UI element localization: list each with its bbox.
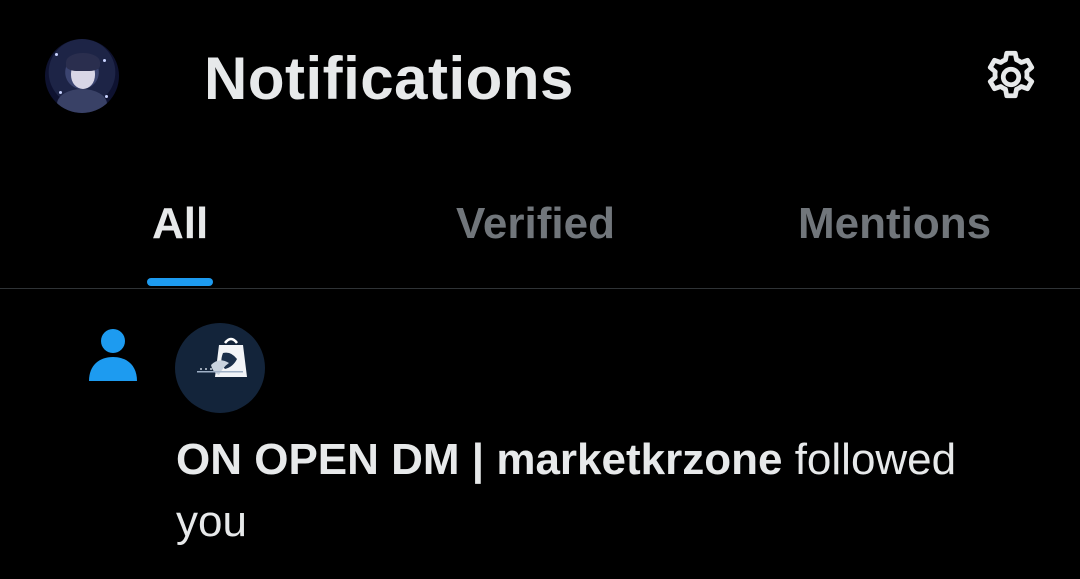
avatar-sparkle [105,95,108,98]
profile-avatar[interactable] [45,39,119,113]
page-title: Notifications [204,45,574,112]
tab-verified[interactable]: Verified [456,196,615,252]
notification-tabs: All Verified Mentions [0,178,1080,288]
avatar-sparkle [59,91,62,94]
tab-mentions[interactable]: Mentions [798,196,991,252]
avatar-figure-body [57,89,107,113]
settings-button[interactable] [978,44,1044,110]
tab-all[interactable]: All [152,196,208,252]
notification-item[interactable]: ON OPEN DM | marketkrzone followed you [0,289,1080,579]
follower-avatar[interactable] [175,323,265,413]
notifications-page: Notifications All Verified Mentions ON O… [0,0,1080,579]
follower-display-name[interactable]: ON OPEN DM | marketkrzone [176,435,782,484]
avatar-sparkle [103,59,106,62]
active-tab-indicator [147,278,213,286]
shopping-bag-logo-icon [197,337,247,377]
top-app-bar: Notifications [0,0,1080,150]
person-icon [89,329,137,381]
gear-icon [987,50,1035,99]
avatar-figure-hair [66,53,100,71]
notification-text: ON OPEN DM | marketkrzone followed you [176,429,1036,553]
avatar-sparkle [55,53,58,56]
